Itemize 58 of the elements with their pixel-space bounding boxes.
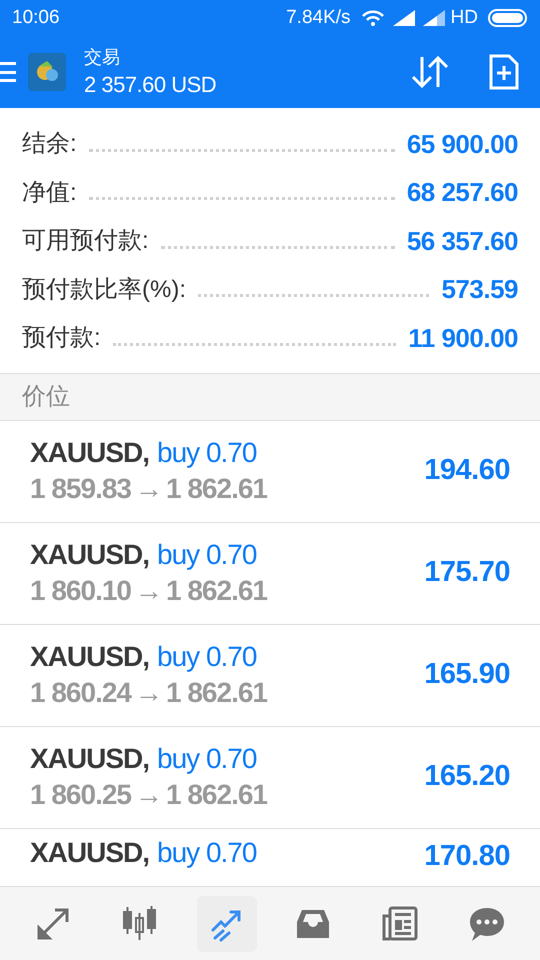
arrow-text: → <box>135 472 162 506</box>
wifi-icon <box>360 9 385 27</box>
balance-text: 2 357.60 USD <box>84 71 216 99</box>
order-side-text: buy 0.70 <box>157 538 256 572</box>
profit-value: 175.70 <box>424 555 510 590</box>
summary-label: 净值: <box>22 178 77 208</box>
order-side-text: buy 0.70 <box>157 640 256 674</box>
position-row[interactable]: XAUUSD, buy 0.70 1 860.24→1 862.61 165.90 <box>0 624 540 726</box>
menu-button[interactable] <box>0 62 18 82</box>
profit-value: 170.80 <box>424 838 510 874</box>
add-document-icon <box>489 54 519 90</box>
signal-icon <box>422 10 445 26</box>
summary-value: 11 900.00 <box>408 322 518 355</box>
position-row[interactable]: XAUUSD, buy 0.70 1 860.25→1 862.61 165.20 <box>0 726 540 828</box>
newspaper-icon <box>380 904 420 944</box>
profit-value: 194.60 <box>424 453 510 488</box>
position-row[interactable]: XAUUSD, buy 0.70 1 860.10→1 862.61 175.70 <box>0 522 540 624</box>
current-price: 1 862.61 <box>166 574 267 608</box>
symbol-text: XAUUSD, <box>30 836 150 870</box>
symbol-text: XAUUSD, <box>30 640 150 674</box>
battery-icon <box>488 9 528 27</box>
open-price: 1 859.83 <box>30 472 131 506</box>
current-price: 1 862.61 <box>166 472 267 506</box>
trade-tab[interactable] <box>196 896 257 952</box>
current-price: 1 862.61 <box>166 676 267 710</box>
screen-title: 交易 <box>84 46 121 69</box>
order-side-text: buy 0.70 <box>157 742 256 776</box>
summary-value: 68 257.60 <box>406 176 518 210</box>
arrow-text: → <box>135 676 162 710</box>
arrow-text: → <box>135 778 162 812</box>
position-row[interactable]: XAUUSD, buy 0.70 1 859.83→1 862.61 194.60 <box>0 420 540 522</box>
symbol-text: XAUUSD, <box>30 436 150 470</box>
profit-value: 165.20 <box>424 759 510 794</box>
order-side-text: buy 0.70 <box>157 836 256 870</box>
profit-value: 165.90 <box>424 657 510 692</box>
app-logo-icon <box>28 53 66 91</box>
network-speed: 7.84K/s <box>286 6 351 30</box>
current-price: 1 862.61 <box>166 778 267 812</box>
summary-label: 预付款: <box>22 323 101 354</box>
order-side-text: buy 0.70 <box>157 436 256 470</box>
summary-label: 可用预付款: <box>22 226 149 256</box>
summary-value: 65 900.00 <box>406 128 518 161</box>
position-row[interactable]: XAUUSD, buy 0.70 170.80 <box>0 828 540 878</box>
symbol-text: XAUUSD, <box>30 538 150 572</box>
section-header: 价位 <box>22 382 70 412</box>
open-price: 1 860.25 <box>30 778 131 812</box>
summary-label: 结余: <box>22 129 77 160</box>
signal-icon <box>392 10 415 26</box>
symbol-text: XAUUSD, <box>30 742 150 776</box>
open-price: 1 860.10 <box>30 574 131 608</box>
summary-value: 573.59 <box>441 273 518 306</box>
arrow-text: → <box>135 574 162 608</box>
network-type: HD <box>450 6 478 30</box>
summary-value: 56 357.60 <box>406 224 518 258</box>
summary-label: 预付款比率(%): <box>22 274 186 305</box>
sort-icon <box>411 55 449 89</box>
status-time: 10:06 <box>12 6 60 30</box>
open-price: 1 860.24 <box>30 676 131 710</box>
